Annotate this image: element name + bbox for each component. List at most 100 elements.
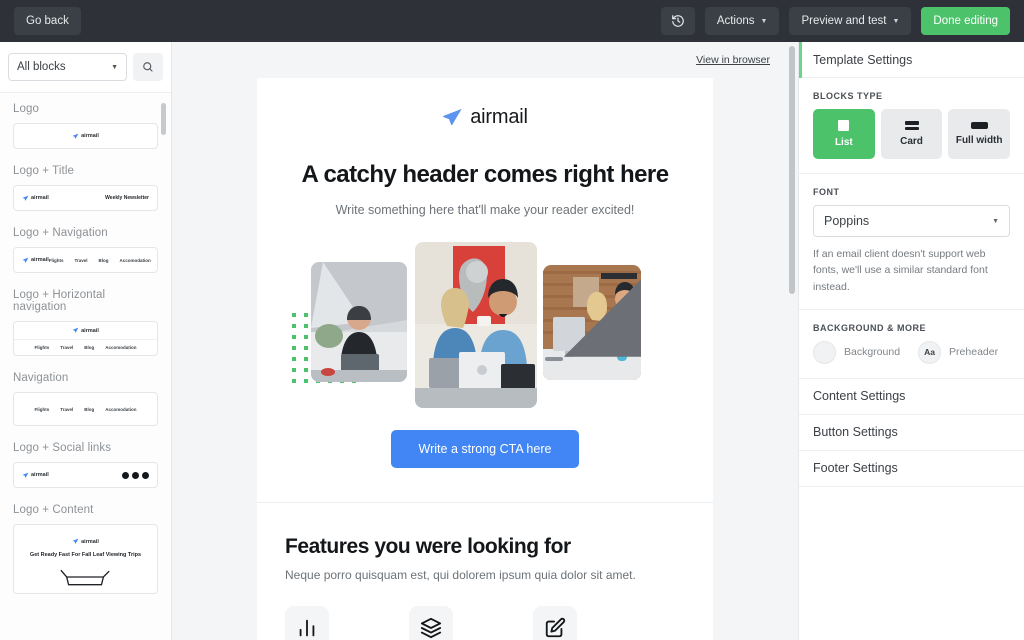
block-preview-logo-title[interactable]: airmail Weekly Newsletter bbox=[13, 185, 158, 211]
resize-handle-icon[interactable] bbox=[554, 265, 641, 375]
mini-nav-item: Accomodation bbox=[105, 345, 137, 350]
twitter-icon bbox=[132, 471, 139, 479]
mini-nav-item: Travel bbox=[60, 406, 74, 412]
email-document: airmail A catchy header comes right here… bbox=[257, 78, 713, 640]
email-headline[interactable]: A catchy header comes right here bbox=[291, 161, 679, 189]
blocks-type-full-width[interactable]: Full width bbox=[948, 109, 1011, 159]
paper-plane-icon bbox=[22, 257, 29, 263]
paper-plane-icon bbox=[72, 327, 79, 333]
canvas-scrollbar-thumb[interactable] bbox=[789, 46, 795, 294]
stacked-bars-icon bbox=[904, 121, 919, 130]
blocks-type-card[interactable]: Card bbox=[880, 109, 943, 159]
block-label: Logo bbox=[13, 103, 39, 115]
photo-person-laptop bbox=[311, 261, 407, 382]
mini-nav-item: Flights bbox=[48, 257, 64, 263]
sidebar-scrollbar-thumb[interactable] bbox=[161, 103, 166, 135]
layers-icon bbox=[420, 617, 442, 638]
feature-tile-1[interactable] bbox=[285, 605, 329, 640]
cta-block: Write a strong CTA here bbox=[291, 429, 679, 502]
block-preview-logo[interactable]: airmail bbox=[13, 123, 158, 149]
mini-nav-item: Travel bbox=[60, 345, 74, 350]
chevron-down-icon: ▼ bbox=[892, 17, 900, 25]
background-color-swatch[interactable] bbox=[813, 340, 836, 364]
mini-brand-label: airmail bbox=[81, 327, 99, 334]
view-in-browser-link[interactable]: View in browser bbox=[696, 54, 770, 66]
edit-square-icon bbox=[545, 617, 566, 637]
blocks-list[interactable]: Logo airmail Logo + Title airmail Weekly… bbox=[0, 92, 171, 640]
block-preview-logo-content[interactable]: airmail Get Ready Fast For Fall Leaf Vie… bbox=[13, 524, 158, 594]
preheader-icon[interactable]: Aa bbox=[918, 340, 942, 364]
mini-brand: airmail bbox=[22, 257, 49, 264]
version-history-button[interactable] bbox=[660, 7, 695, 35]
feature-tile-2[interactable] bbox=[409, 605, 453, 640]
blocks-type-full-width-label: Full width bbox=[955, 135, 1003, 146]
facebook-icon bbox=[122, 471, 129, 479]
collage-photo-middle[interactable] bbox=[415, 241, 537, 408]
block-preview-logo-social[interactable]: airmail bbox=[13, 462, 158, 488]
paper-plane-icon bbox=[22, 195, 29, 201]
block-group-logo: Logo airmail bbox=[13, 103, 158, 149]
chevron-down-icon: ▼ bbox=[992, 217, 999, 225]
mini-brand-label: airmail bbox=[81, 133, 99, 139]
template-settings-header[interactable]: Template Settings bbox=[799, 42, 1024, 78]
mini-brand: airmail bbox=[72, 538, 99, 545]
go-back-button[interactable]: Go back bbox=[14, 7, 81, 35]
done-editing-button[interactable]: Done editing bbox=[921, 7, 1010, 35]
mini-brand-label: airmail bbox=[81, 538, 99, 545]
features-section: Features you were looking for Neque porr… bbox=[257, 503, 713, 640]
email-subheadline[interactable]: Write something here that'll make your r… bbox=[291, 203, 679, 217]
blocks-type-card-label: Card bbox=[900, 136, 923, 147]
image-collage-block[interactable] bbox=[291, 237, 679, 412]
actions-menu-button[interactable]: Actions ▼ bbox=[704, 7, 780, 35]
active-accent-bar bbox=[799, 42, 802, 78]
mini-title-label: Weekly Newsletter bbox=[105, 195, 149, 201]
content-settings-row[interactable]: Content Settings bbox=[799, 379, 1024, 415]
mini-nav: Flights Travel Blog Accomodation bbox=[34, 407, 136, 412]
mini-brand-label: airmail bbox=[31, 257, 49, 263]
block-preview-logo-hnav[interactable]: airmail Flights Travel Blog Accomodation bbox=[13, 321, 158, 356]
block-preview-nav[interactable]: Flights Travel Blog Accomodation bbox=[13, 392, 158, 426]
paper-plane-icon bbox=[72, 133, 79, 139]
block-group-nav: Navigation Flights Travel Blog Accomodat… bbox=[13, 372, 158, 426]
mini-brand-label: airmail bbox=[31, 195, 49, 201]
blocks-type-list-label: List bbox=[834, 137, 853, 148]
mini-social-icons bbox=[122, 471, 149, 479]
blocks-sidebar: All blocks ▼ Logo airmail Logo + Title a… bbox=[0, 42, 172, 640]
wide-bar-icon bbox=[970, 122, 988, 129]
mini-brand-row: airmail bbox=[14, 322, 157, 339]
cta-button[interactable]: Write a strong CTA here bbox=[390, 429, 580, 468]
font-select-value: Poppins bbox=[824, 214, 870, 228]
mini-brand: airmail bbox=[22, 472, 49, 479]
features-subtitle[interactable]: Neque porro quisquam est, qui dolorem ip… bbox=[285, 568, 685, 582]
block-filter-select[interactable]: All blocks ▼ bbox=[8, 53, 127, 81]
button-settings-row[interactable]: Button Settings bbox=[799, 415, 1024, 451]
collage-photo-right[interactable] bbox=[543, 264, 641, 380]
block-label: Logo + Content bbox=[13, 504, 94, 516]
preheader-text: Preheader bbox=[949, 346, 999, 359]
collage-photo-left[interactable] bbox=[311, 261, 407, 382]
mini-nav-row: Flights Travel Blog Accomodation bbox=[14, 339, 157, 355]
block-group-logo-content: Logo + Content airmail Get Ready Fast Fo… bbox=[13, 504, 158, 594]
toolbar-right-group: Actions ▼ Preview and test ▼ Done editin… bbox=[660, 7, 1024, 35]
email-brand[interactable]: airmail bbox=[291, 106, 679, 129]
font-select[interactable]: Poppins ▼ bbox=[813, 205, 1010, 237]
mini-nav: Flights Travel Blog Accomodation bbox=[34, 345, 136, 350]
sidebar-header: All blocks ▼ bbox=[0, 42, 171, 92]
mini-nav-item: Travel bbox=[74, 257, 88, 263]
actions-label: Actions bbox=[716, 15, 755, 27]
background-label: Background & more bbox=[813, 322, 926, 333]
bar-chart-icon bbox=[299, 619, 315, 636]
block-preview-logo-nav[interactable]: airmail Flights Travel Blog Accomodation bbox=[13, 247, 158, 273]
feature-tile-3[interactable] bbox=[533, 605, 577, 640]
footer-settings-row[interactable]: Footer Settings bbox=[799, 451, 1024, 487]
font-section: Font Poppins ▼ If an email client doesn'… bbox=[799, 174, 1024, 310]
features-title[interactable]: Features you were looking for bbox=[285, 535, 685, 559]
mini-nav-item: Blog bbox=[84, 345, 95, 350]
blocks-type-list[interactable]: List bbox=[813, 109, 875, 159]
block-label: Logo + Title bbox=[13, 165, 74, 177]
preview-and-test-button[interactable]: Preview and test ▼ bbox=[789, 7, 912, 35]
toolbar-left-group: Go back bbox=[0, 7, 81, 35]
mini-content-title: Get Ready Fast For Fall Leaf Viewing Tri… bbox=[29, 552, 142, 559]
email-canvas[interactable]: View in browser airmail A catchy header … bbox=[172, 42, 798, 640]
sidebar-search-button[interactable] bbox=[133, 53, 163, 81]
